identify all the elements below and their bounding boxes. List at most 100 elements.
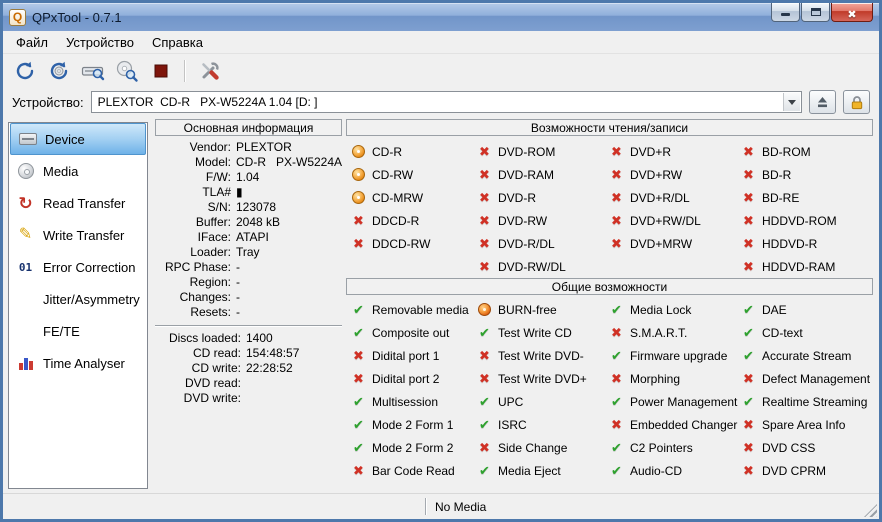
- info-row: Changes:-: [155, 290, 342, 305]
- capability-item: HDDVD-R: [741, 232, 867, 255]
- capability-label: DDCD-RW: [372, 237, 430, 251]
- info-value: ATAPI: [236, 230, 269, 245]
- info-row: Region:-: [155, 275, 342, 290]
- maximize-button[interactable]: [801, 3, 830, 22]
- info-label: IFace:: [155, 230, 231, 245]
- combo-arrow[interactable]: [783, 93, 800, 111]
- info-row: Resets:-: [155, 305, 342, 320]
- sidebar-item-label: Error Correction: [43, 260, 135, 275]
- info-label: RPC Phase:: [155, 260, 231, 275]
- rw-column-dvd-minus: DVD-ROMDVD-RAMDVD-RDVD-RW DVD-R/DL DVD-RW/…: [477, 140, 609, 278]
- capability-item: DDCD-RW: [351, 232, 477, 255]
- capability-label: DVD-R/DL: [498, 237, 555, 251]
- sidebar-item-media[interactable]: Media: [9, 155, 147, 187]
- close-button[interactable]: [831, 3, 873, 22]
- cross-icon: [609, 371, 624, 387]
- menu-help[interactable]: Справка: [143, 32, 212, 53]
- scan-media-button[interactable]: [113, 57, 140, 84]
- capability-item: DVD-ROM: [477, 140, 609, 163]
- window-controls: [771, 3, 873, 22]
- lock-button[interactable]: [843, 90, 870, 114]
- refresh-media-button[interactable]: [45, 57, 72, 84]
- info-value: CD-R PX-W5224A: [236, 155, 342, 170]
- capability-label: BD-R: [762, 168, 791, 182]
- capability-item: Media Eject: [477, 459, 609, 482]
- minimize-button[interactable]: [771, 3, 800, 22]
- capability-item: Mode 2 Form 2: [351, 436, 477, 459]
- check-icon: [477, 325, 492, 341]
- cross-icon: [609, 325, 624, 341]
- menubar: Файл Устройство Справка: [3, 31, 879, 54]
- sidebar-item-label: Write Transfer: [43, 228, 124, 243]
- capability-label: Realtime Streaming: [762, 395, 867, 409]
- eject-button[interactable]: [809, 90, 836, 114]
- general-capabilities-header: Общие возможности: [346, 278, 873, 295]
- general-column-3: Media LockS.M.A.R.T.Firmware upgradeMorp…: [609, 298, 741, 482]
- info-value: 22:28:52: [246, 361, 293, 376]
- capability-label: Audio-CD: [630, 464, 682, 478]
- menu-device[interactable]: Устройство: [57, 32, 143, 53]
- capability-item: DVD+R/DL: [609, 186, 741, 209]
- capability-item: BURN-free: [477, 298, 609, 321]
- sidebar-item-fete[interactable]: FE/TE: [9, 315, 147, 347]
- writable-disc-icon: [352, 191, 365, 204]
- capability-label: HDDVD-ROM: [762, 214, 837, 228]
- info-label: Vendor:: [155, 140, 231, 155]
- capability-label: CD-text: [762, 326, 803, 340]
- capability-item: HDDVD-ROM: [741, 209, 867, 232]
- cross-icon: [477, 259, 492, 275]
- sidebar-item-jitter-asymmetry[interactable]: Jitter/Asymmetry: [9, 283, 147, 315]
- sidebar-item-write-transfer[interactable]: Write Transfer: [9, 219, 147, 251]
- preferences-button[interactable]: [196, 57, 223, 84]
- capability-item: DVD-RW: [477, 209, 609, 232]
- check-icon: [477, 463, 492, 479]
- capability-item: Multisession: [351, 390, 477, 413]
- capability-item: DVD+RW: [609, 163, 741, 186]
- info-row: F/W:1.04: [155, 170, 342, 185]
- capability-label: DVD-RW/DL: [498, 260, 566, 274]
- sidebar-item-error-correction[interactable]: 01 Error Correction: [9, 251, 147, 283]
- capability-item: Removable media: [351, 298, 477, 321]
- capability-item: DVD-R: [477, 186, 609, 209]
- cross-icon: [477, 371, 492, 387]
- capability-item: C2 Pointers: [609, 436, 741, 459]
- stop-button[interactable]: [147, 57, 174, 84]
- capability-label: DVD+R/DL: [630, 191, 690, 205]
- capability-label: DVD+RW/DL: [630, 214, 701, 228]
- capability-label: C2 Pointers: [630, 441, 693, 455]
- titlebar[interactable]: Q QPxTool - 0.7.1: [3, 3, 879, 31]
- sidebar-item-time-analyser[interactable]: Time Analyser: [9, 347, 147, 379]
- maximize-icon: [811, 8, 821, 16]
- app-icon[interactable]: Q: [9, 9, 26, 26]
- write-pen-icon: [15, 227, 36, 243]
- capability-item: Firmware upgrade: [609, 344, 741, 367]
- stop-icon: [149, 59, 173, 83]
- cross-icon: [351, 371, 366, 387]
- info-row: Model:CD-R PX-W5224A: [155, 155, 342, 170]
- refresh-devices-button[interactable]: [11, 57, 38, 84]
- cross-icon: [351, 213, 366, 229]
- capability-label: DVD CSS: [762, 441, 815, 455]
- device-select[interactable]: PLEXTOR CD-R PX-W5224A 1.04 [D: ]: [91, 91, 802, 113]
- capability-label: Didital port 1: [372, 349, 439, 363]
- cross-icon: [351, 348, 366, 364]
- sidebar-item-label: Jitter/Asymmetry: [43, 292, 140, 307]
- sidebar-item-read-transfer[interactable]: Read Transfer: [9, 187, 147, 219]
- info-row: Buffer:2048 kB: [155, 215, 342, 230]
- capability-label: Spare Area Info: [762, 418, 845, 432]
- cross-icon: [477, 190, 492, 206]
- info-row: DVD write:: [155, 391, 342, 406]
- toolbar: [3, 54, 879, 87]
- capability-item: Realtime Streaming: [741, 390, 867, 413]
- scan-drive-button[interactable]: [79, 57, 106, 84]
- capability-label: CD-MRW: [372, 191, 423, 205]
- capability-label: CD-RW: [372, 168, 413, 182]
- menu-file[interactable]: Файл: [7, 32, 57, 53]
- info-row: DVD read:: [155, 376, 342, 391]
- capability-label: Firmware upgrade: [630, 349, 727, 363]
- resize-grip[interactable]: [864, 504, 877, 517]
- capability-item: DVD-RAM: [477, 163, 609, 186]
- general-column-4: DAECD-textAccurate StreamDefect Manageme…: [741, 298, 867, 482]
- sidebar-item-device[interactable]: Device: [10, 123, 146, 155]
- capability-item: CD-MRW: [351, 186, 477, 209]
